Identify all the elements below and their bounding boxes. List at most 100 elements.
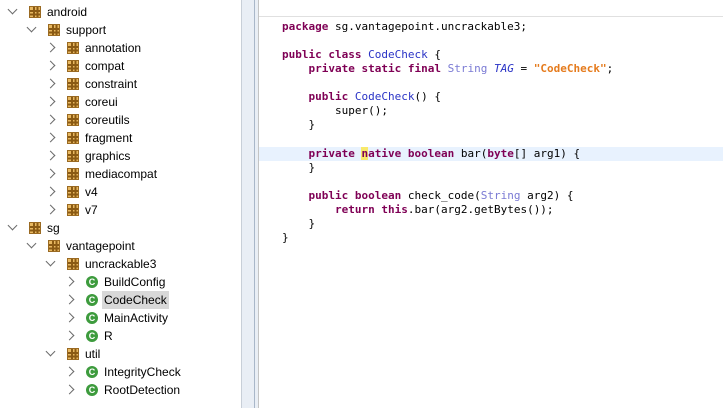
code-editor[interactable]: package sg.vantagepoint.uncrackable3; pu… bbox=[258, 0, 723, 408]
tree-item-package-android[interactable]: android bbox=[0, 3, 241, 21]
package-icon bbox=[67, 60, 79, 72]
tree-item-package-constraint[interactable]: constraint bbox=[0, 75, 241, 93]
package-icon bbox=[67, 186, 79, 198]
chevron-down-icon[interactable] bbox=[7, 220, 18, 231]
tree-item-label: android bbox=[47, 5, 88, 19]
chevron-down-icon[interactable] bbox=[26, 238, 37, 249]
chevron-right-icon[interactable] bbox=[45, 114, 56, 125]
tree-item-label: coreui bbox=[85, 95, 118, 109]
chevron-right-icon[interactable] bbox=[45, 186, 56, 197]
package-icon bbox=[67, 78, 79, 90]
code-line-super: super(); bbox=[334, 104, 388, 117]
chevron-right-icon[interactable] bbox=[64, 330, 75, 341]
chevron-down-icon[interactable] bbox=[45, 256, 56, 267]
tree-item-label: CodeCheck bbox=[102, 291, 169, 309]
chevron-right-icon[interactable] bbox=[64, 366, 75, 377]
tree-item-label: MainActivity bbox=[104, 311, 169, 325]
tree-item-package-v7[interactable]: v7 bbox=[0, 201, 241, 219]
tree-item-package-compat[interactable]: compat bbox=[0, 57, 241, 75]
package-icon bbox=[67, 258, 79, 270]
tree-item-class-codecheck[interactable]: C CodeCheck bbox=[0, 291, 241, 309]
code-line-bar-close: } bbox=[308, 161, 316, 174]
tree-item-class-integritycheck[interactable]: C IntegrityCheck bbox=[0, 363, 241, 381]
class-icon: C bbox=[86, 384, 98, 396]
package-explorer-tree: android support annotation compat constraint… bbox=[0, 0, 241, 408]
tree-item-label: v7 bbox=[85, 203, 98, 217]
package-icon bbox=[67, 348, 79, 360]
package-icon bbox=[29, 6, 41, 18]
package-icon bbox=[67, 96, 79, 108]
package-icon bbox=[67, 132, 79, 144]
tree-item-label: vantagepoint bbox=[66, 239, 135, 253]
tree-item-package-vantagepoint[interactable]: vantagepoint bbox=[0, 237, 241, 255]
tree-item-label: sg bbox=[47, 221, 60, 235]
tree-item-package-v4[interactable]: v4 bbox=[0, 183, 241, 201]
tree-item-label: RootDetection bbox=[104, 383, 181, 397]
tree-item-label: constraint bbox=[85, 77, 138, 91]
chevron-right-icon[interactable] bbox=[64, 384, 75, 395]
code-line-package: package sg.vantagepoint.uncrackable3; bbox=[282, 20, 528, 33]
tree-item-package-coreutils[interactable]: coreutils bbox=[0, 111, 241, 129]
chevron-down-icon[interactable] bbox=[7, 4, 18, 15]
tree-item-package-fragment[interactable]: fragment bbox=[0, 129, 241, 147]
editor-top-rule bbox=[259, 16, 723, 17]
chevron-right-icon[interactable] bbox=[64, 312, 75, 323]
code-line-class-close: } bbox=[282, 231, 289, 244]
tree-item-package-coreui[interactable]: coreui bbox=[0, 93, 241, 111]
chevron-right-icon[interactable] bbox=[45, 42, 56, 53]
tree-item-label: mediacompat bbox=[85, 167, 158, 181]
class-icon: C bbox=[86, 366, 98, 378]
tree-item-label: util bbox=[85, 347, 101, 361]
chevron-down-icon[interactable] bbox=[26, 22, 37, 33]
tree-item-class-r[interactable]: CR bbox=[0, 327, 241, 345]
tree-item-package-mediacompat[interactable]: mediacompat bbox=[0, 165, 241, 183]
package-icon bbox=[67, 204, 79, 216]
chevron-right-icon[interactable] bbox=[45, 60, 56, 71]
tree-item-label: v4 bbox=[85, 185, 98, 199]
tree-item-label: support bbox=[66, 23, 107, 37]
class-icon: C bbox=[86, 294, 98, 306]
pane-divider[interactable] bbox=[241, 0, 259, 408]
tree-item-label: graphics bbox=[85, 149, 131, 163]
code-line-native-bar: private native boolean bar(byte[] arg1) … bbox=[308, 147, 581, 160]
code-line-class-decl: public class CodeCheck { bbox=[282, 48, 441, 61]
code-line-tag-field: private static final String TAG = "CodeC… bbox=[308, 62, 614, 75]
chevron-right-icon[interactable] bbox=[45, 96, 56, 107]
tree-item-package-uncrackable3[interactable]: uncrackable3 bbox=[0, 255, 241, 273]
tree-item-label: fragment bbox=[85, 131, 133, 145]
chevron-right-icon[interactable] bbox=[45, 168, 56, 179]
tree-item-label: compat bbox=[85, 59, 125, 73]
class-icon: C bbox=[86, 312, 98, 324]
code-line-constructor: public CodeCheck() { bbox=[308, 90, 441, 103]
class-icon: C bbox=[86, 276, 98, 288]
tree-item-label: IntegrityCheck bbox=[104, 365, 181, 379]
code-line-return: return this.bar(arg2.getBytes()); bbox=[334, 203, 554, 216]
chevron-down-icon[interactable] bbox=[45, 346, 56, 357]
tree-item-label: coreutils bbox=[85, 113, 130, 127]
tree-item-package-sg[interactable]: sg bbox=[0, 219, 241, 237]
chevron-right-icon[interactable] bbox=[45, 132, 56, 143]
package-icon bbox=[67, 168, 79, 180]
chevron-right-icon[interactable] bbox=[45, 150, 56, 161]
tree-item-class-mainactivity[interactable]: C MainActivity bbox=[0, 309, 241, 327]
code-line-method-close: } bbox=[308, 217, 316, 230]
chevron-right-icon[interactable] bbox=[64, 276, 75, 287]
class-icon: C bbox=[86, 330, 98, 342]
tree-item-package-graphics[interactable]: graphics bbox=[0, 147, 241, 165]
tree-item-label: R bbox=[104, 329, 113, 343]
tree-item-package-support[interactable]: support bbox=[0, 21, 241, 39]
code-line-check-code: public boolean check_code(String arg2) { bbox=[308, 189, 574, 202]
tree-item-class-rootdetection[interactable]: C RootDetection bbox=[0, 381, 241, 399]
tree-item-label: annotation bbox=[85, 41, 142, 55]
package-icon bbox=[67, 42, 79, 54]
tree-item-package-annotation[interactable]: annotation bbox=[0, 39, 241, 57]
chevron-right-icon[interactable] bbox=[45, 78, 56, 89]
chevron-right-icon[interactable] bbox=[45, 204, 56, 215]
package-icon bbox=[67, 150, 79, 162]
tree-item-label: BuildConfig bbox=[104, 275, 166, 289]
chevron-right-icon[interactable] bbox=[64, 294, 75, 305]
tree-item-package-util[interactable]: util bbox=[0, 345, 241, 363]
package-icon bbox=[67, 114, 79, 126]
tree-item-label: uncrackable3 bbox=[85, 257, 157, 271]
tree-item-class-buildconfig[interactable]: C BuildConfig bbox=[0, 273, 241, 291]
